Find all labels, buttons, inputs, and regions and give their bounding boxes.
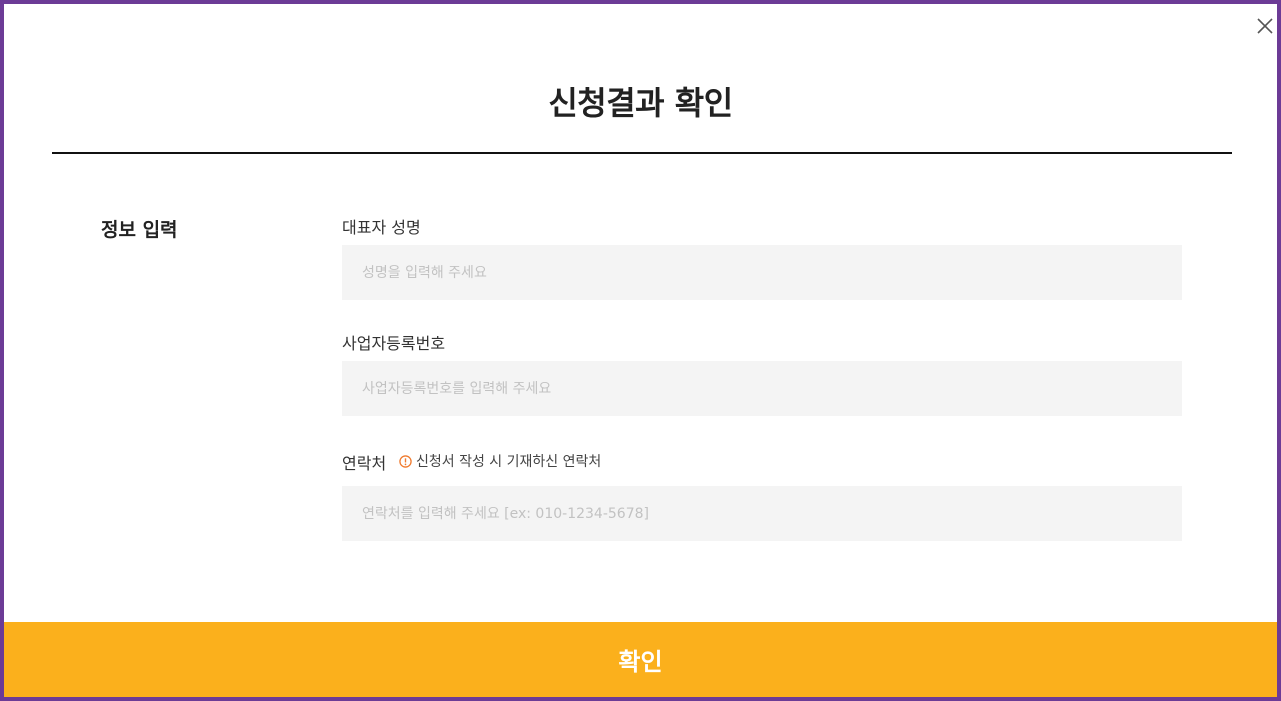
contact-note-text: 신청서 작성 시 기재하신 연락처 — [416, 454, 602, 470]
result-check-modal: 신청결과 확인 정보 입력 대표자 성명 사업자등록번호 연락처 신청서 작성 … — [0, 0, 1281, 701]
contact-label: 연락처 — [342, 454, 387, 473]
modal-title: 신청결과 확인 — [548, 84, 733, 122]
close-button[interactable] — [1253, 14, 1277, 38]
representative-name-input[interactable] — [342, 245, 1182, 300]
confirm-button[interactable]: 확인 — [4, 622, 1277, 697]
representative-name-label: 대표자 성명 — [342, 218, 421, 237]
contact-note: 신청서 작성 시 기재하신 연락처 — [399, 451, 601, 471]
info-circle-icon — [399, 454, 412, 468]
contact-input[interactable] — [342, 486, 1182, 541]
close-icon — [1257, 18, 1273, 34]
section-label: 정보 입력 — [101, 219, 178, 241]
business-number-label: 사업자등록번호 — [342, 334, 446, 353]
business-number-input[interactable] — [342, 361, 1182, 416]
title-divider — [52, 152, 1232, 154]
